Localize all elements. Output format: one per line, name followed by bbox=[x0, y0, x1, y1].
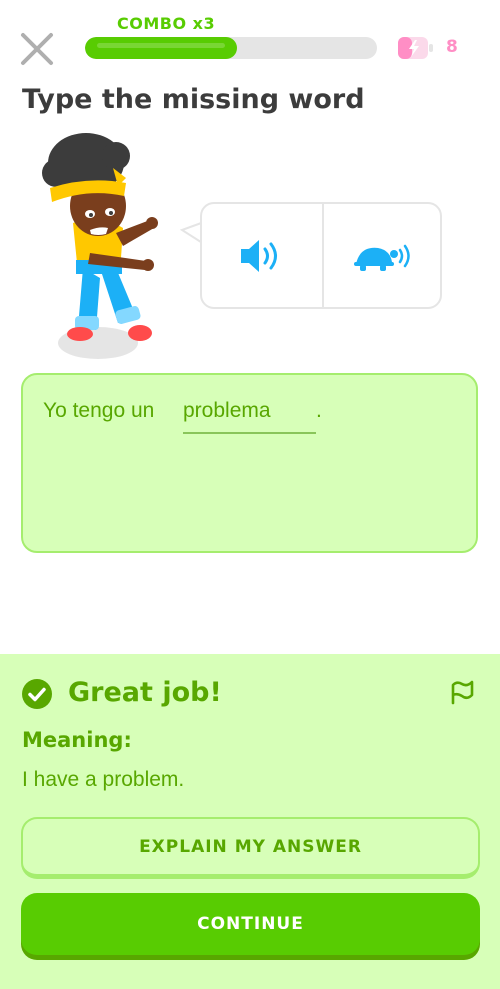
answer-underline bbox=[183, 432, 316, 434]
progress-shine bbox=[97, 43, 225, 48]
sentence-prefix: Yo tengo un bbox=[43, 399, 155, 422]
continue-button[interactable]: CONTINUE bbox=[21, 893, 480, 955]
character-icon bbox=[42, 133, 158, 359]
top-bar: COMBO x3 8 bbox=[0, 0, 500, 80]
character-illustration bbox=[28, 128, 178, 368]
speaker-icon bbox=[241, 239, 277, 272]
energy-indicator[interactable] bbox=[396, 34, 434, 62]
combo-label: COMBO x3 bbox=[117, 14, 216, 33]
meaning-label: Meaning: bbox=[22, 728, 132, 752]
play-slow-audio-button[interactable] bbox=[324, 204, 444, 307]
turtle-speaker-icon bbox=[354, 244, 410, 271]
feedback-title: Great job! bbox=[68, 677, 222, 708]
answer-input[interactable]: problema bbox=[183, 399, 271, 423]
explain-button-label: EXPLAIN MY ANSWER bbox=[139, 836, 362, 857]
play-audio-button[interactable] bbox=[202, 204, 322, 307]
progress-fill bbox=[85, 37, 237, 59]
meaning-text: I have a problem. bbox=[22, 768, 185, 791]
close-button[interactable] bbox=[18, 30, 56, 68]
speech-bubble bbox=[200, 202, 442, 309]
energy-count: 8 bbox=[446, 37, 458, 57]
continue-button-label: CONTINUE bbox=[197, 914, 304, 934]
explain-my-answer-button[interactable]: EXPLAIN MY ANSWER bbox=[21, 817, 480, 879]
exercise-title: Type the missing word bbox=[22, 84, 365, 115]
sentence-suffix: . bbox=[316, 399, 322, 422]
answer-card: Yo tengo un problema . bbox=[21, 373, 478, 553]
flag-icon[interactable] bbox=[448, 676, 478, 706]
check-circle-icon bbox=[22, 679, 52, 709]
energy-battery-icon bbox=[398, 37, 433, 59]
lesson-progress-bar bbox=[85, 37, 377, 59]
close-icon bbox=[21, 33, 53, 65]
